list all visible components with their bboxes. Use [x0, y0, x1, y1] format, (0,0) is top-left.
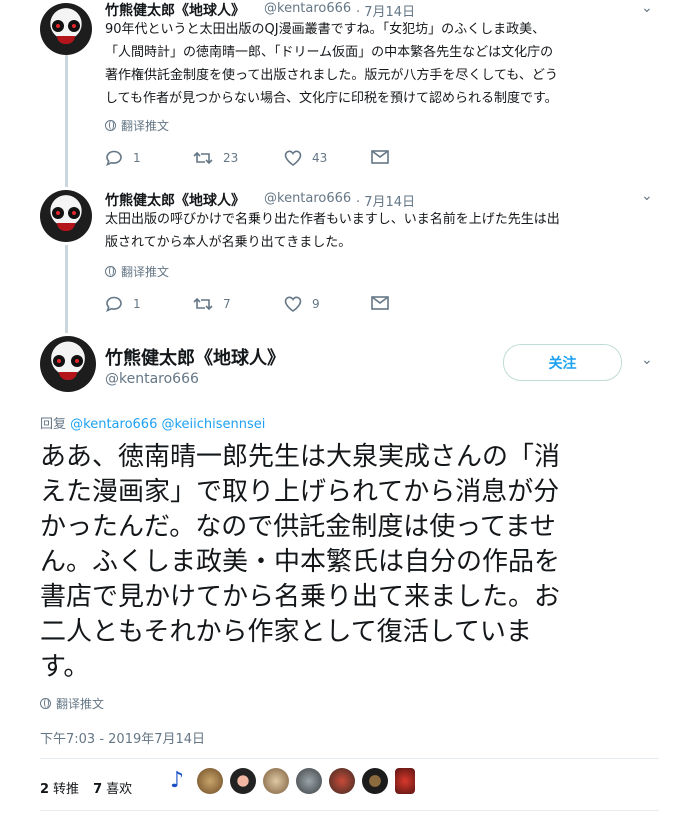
reply-button[interactable]: 1 [105, 296, 141, 312]
liker-avatar[interactable]: ♪ [164, 768, 190, 794]
engagement-stats: 2 转推 7 喜欢 [40, 778, 132, 797]
translate-link[interactable]: 翻译推文 [40, 695, 104, 712]
message-button[interactable] [371, 150, 389, 164]
reply-context: 回复 @kentaro666 @keiichisennsei [40, 417, 266, 432]
thread-line [65, 55, 68, 187]
globe-icon [40, 698, 51, 709]
tweet-text: 太田出版の呼びかけで名乗り出た作者もいますし、いま名前を上げた先生は出 版されて… [105, 212, 560, 250]
heart-icon [284, 296, 302, 312]
avatar[interactable] [40, 190, 92, 242]
liker-avatar[interactable] [296, 768, 322, 794]
tweet-text: ああ、徳南晴一郎先生は大泉実成さんの「消 えた漫画家」で取り上げられてから消息が… [40, 442, 561, 682]
author-name[interactable]: 竹熊健太郎《地球人》 [105, 190, 245, 210]
retweet-button[interactable]: 23 [193, 150, 238, 166]
envelope-icon [371, 296, 389, 310]
liker-avatars: ♪ [164, 768, 415, 794]
chevron-down-icon[interactable]: ⌄ [641, 0, 653, 16]
divider [40, 810, 659, 811]
thread-line [65, 245, 68, 333]
reply-icon [106, 150, 122, 166]
chevron-down-icon[interactable]: ⌄ [641, 188, 653, 204]
retweet-button[interactable]: 7 [193, 296, 231, 312]
translate-link[interactable]: 翻译推文 [105, 263, 169, 280]
like-button[interactable]: 43 [284, 150, 327, 166]
avatar[interactable] [40, 336, 96, 392]
divider [40, 758, 659, 759]
avatar[interactable] [40, 3, 92, 55]
liker-avatar[interactable] [329, 768, 355, 794]
heart-icon [284, 150, 302, 166]
translate-link[interactable]: 翻译推文 [105, 117, 169, 134]
liker-avatar[interactable] [230, 768, 256, 794]
chevron-down-icon[interactable]: ⌄ [641, 352, 653, 368]
tweet-text: 90年代というと太田出版のQJ漫画叢書ですね。「女犯坊」のふくしま政美、 「人間… [105, 22, 558, 106]
envelope-icon [371, 150, 389, 164]
retweet-icon [193, 297, 213, 311]
retweet-icon [193, 151, 213, 165]
reply-icon [106, 296, 122, 312]
follow-button[interactable]: 关注 [503, 344, 622, 381]
retweet-stat[interactable]: 2 转推 [40, 778, 79, 797]
author-handle[interactable]: @kentaro666 [264, 191, 351, 206]
author-handle[interactable]: @kentaro666 [105, 371, 199, 387]
author-handle[interactable]: @kentaro666 [264, 1, 351, 16]
author-name[interactable]: 竹熊健太郎《地球人》 [105, 344, 285, 370]
mention-links[interactable]: @kentaro666 @keiichisennsei [70, 417, 265, 432]
author-name[interactable]: 竹熊健太郎《地球人》 [105, 0, 245, 20]
like-stat[interactable]: 7 喜欢 [93, 778, 132, 797]
reply-button[interactable]: 1 [105, 150, 141, 166]
like-button[interactable]: 9 [284, 296, 320, 312]
tweet-timestamp[interactable]: 下午7:03 - 2019年7月14日 [40, 728, 205, 747]
liker-avatar[interactable] [395, 768, 415, 794]
liker-avatar[interactable] [263, 768, 289, 794]
message-button[interactable] [371, 296, 389, 310]
globe-icon [105, 266, 116, 277]
liker-avatar[interactable] [362, 768, 388, 794]
globe-icon [105, 120, 116, 131]
liker-avatar[interactable] [197, 768, 223, 794]
